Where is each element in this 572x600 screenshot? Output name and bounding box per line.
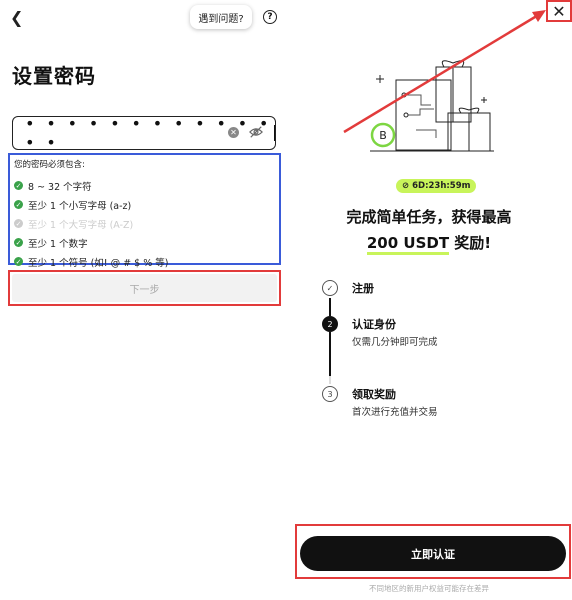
promo-amount: 200 USDT [366,234,450,255]
verify-now-button[interactable]: 立即认证 [300,536,566,571]
step-label: 认证身份 [352,318,396,331]
step-connector-done [329,298,331,316]
check-circle-icon: ✓ [14,181,23,190]
requirement-text: 至少 1 个小写字母 (a-z) [28,200,132,212]
requirement-item: ✓ 至少 1 个数字 [14,233,275,252]
step-connector-active [329,332,331,376]
verify-now-button-highlight: 立即认证 [295,524,571,579]
step-description: 首次进行充值并交易 [352,407,438,418]
check-circle-icon: ✓ [14,238,23,247]
promo-suffix: 奖励! [449,234,492,252]
requirement-text: 至少 1 个大写字母 (A-Z) [28,219,134,231]
step-connector-pending [329,376,331,384]
check-circle-icon: ✓ [14,219,23,228]
footnote: 不同地区的新用户权益可能存在差异 [369,584,489,593]
check-circle-icon: ✓ [14,257,23,266]
text-caret [273,125,275,141]
requirement-text: 至少 1 个符号 (如! @ # $ % 等) [28,257,169,269]
password-requirements-box: 您的密码必须包含: ✓ 8 ~ 32 个字符 ✓ 至少 1 个小写字母 (a-z… [8,153,281,269]
step-label: 领取奖励 [352,388,396,401]
promo-headline-amount-line: 200 USDT 奖励! [286,232,572,255]
timer-value: 6D:23h:59m [412,181,471,191]
requirements-heading: 您的密码必须包含: [14,160,85,170]
requirement-item: ✓ 至少 1 个符号 (如! @ # $ % 等) [14,252,275,271]
requirement-item: ✓ 8 ~ 32 个字符 [14,176,275,195]
countdown-timer: ⊘ 6D:23h:59m [396,179,477,193]
back-chevron-icon[interactable]: ❮ [10,9,23,27]
eye-off-icon[interactable] [249,125,263,139]
close-icon[interactable]: ✕ [546,0,572,22]
check-circle-icon: ✓ [14,200,23,209]
next-button-highlight: 下一步 [8,270,281,306]
requirement-text: 至少 1 个数字 [28,238,88,250]
step-description: 仅需几分钟即可完成 [352,337,438,348]
promo-headline: 完成简单任务，获得最高 [346,208,512,226]
requirement-text: 8 ~ 32 个字符 [28,181,92,193]
svg-text:B: B [379,129,387,142]
gift-illustration: B [370,60,494,152]
password-input[interactable]: • • • • • • • • • • • • • • ✕ [12,114,276,152]
requirement-item: ✓ 至少 1 个小写字母 (a-z) [14,195,275,214]
set-password-panel: ❮ 遇到问题? ? 设置密码 • • • • • • • • • • • • •… [0,0,286,600]
requirement-item-unmet: ✓ 至少 1 个大写字母 (A-Z) [14,214,275,233]
next-button[interactable]: 下一步 [12,274,277,302]
step-label: 注册 [352,282,374,295]
question-circle-icon[interactable]: ? [263,10,277,24]
step-number: 2 [322,316,338,332]
clock-icon: ⊘ [402,181,410,191]
step-number: 3 [322,386,338,402]
check-circle-icon: ✓ [322,280,338,296]
help-button[interactable]: 遇到问题? [190,5,252,29]
clear-circle-icon[interactable]: ✕ [228,127,239,138]
page-title: 设置密码 [12,64,96,88]
